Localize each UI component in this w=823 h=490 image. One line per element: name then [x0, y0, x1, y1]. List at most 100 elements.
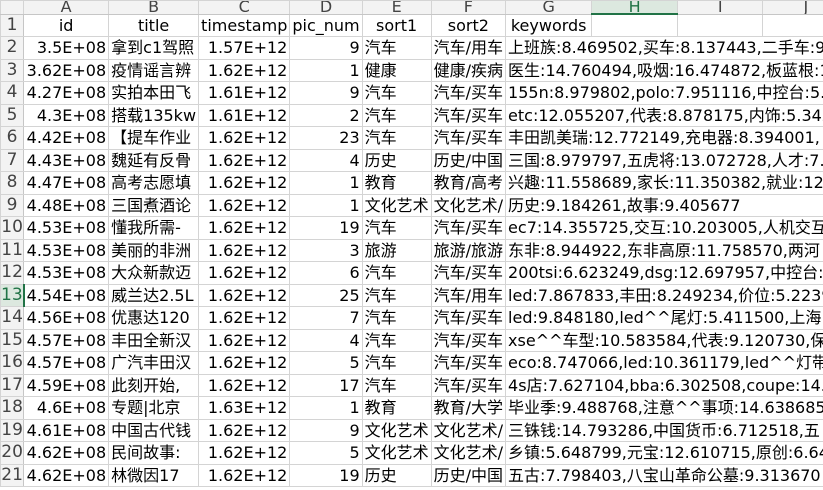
column-header-i[interactable]: I	[676, 0, 764, 15]
cell-keywords[interactable]: 200tsi:6.623249,dsg:12.697957,中控台:8.	[505, 261, 823, 285]
cell-timestamp-header[interactable]: timestamp	[198, 13, 291, 37]
cell-sort2-header[interactable]: sort2	[430, 13, 507, 37]
cell-title[interactable]: 【提车作业	[108, 126, 200, 150]
cell-title[interactable]: 三国煮酒论	[108, 193, 200, 217]
cell-timestamp[interactable]: 1.61E+12	[198, 81, 291, 105]
cell-timestamp[interactable]: 1.62E+12	[198, 58, 291, 82]
cell-sort2[interactable]: 汽车/买车	[430, 81, 507, 105]
cell-title[interactable]: 民间故事:	[108, 441, 200, 465]
cell-sort1[interactable]: 汽车	[361, 81, 432, 105]
column-header-e[interactable]: E	[361, 0, 432, 15]
cell-title[interactable]: 中国古代钱	[108, 418, 200, 442]
cell-keywords[interactable]: 医生:14.760494,吸烟:16.474872,板蓝根:1	[505, 58, 823, 82]
cell-sort1[interactable]: 汽车	[361, 351, 432, 375]
cell-id[interactable]: 4.54E+08	[23, 283, 110, 307]
cell-pic-num-header[interactable]: pic_num	[289, 13, 363, 37]
cell-title[interactable]: 高考志愿填	[108, 171, 200, 195]
row-header[interactable]: 9	[0, 193, 25, 217]
row-header[interactable]: 1	[0, 13, 25, 37]
cell-sort1[interactable]: 教育	[361, 396, 432, 420]
row-header[interactable]: 18	[0, 396, 25, 420]
cell-title[interactable]: 丰田全新汉	[108, 328, 200, 352]
row-header[interactable]: 8	[0, 171, 25, 195]
cell-id[interactable]: 4.6E+08	[23, 396, 110, 420]
cell-sort2[interactable]: 旅游/旅游	[430, 238, 507, 262]
cell-sort2[interactable]: 汽车/买车	[430, 306, 507, 330]
cell-pic-num[interactable]: 4	[289, 328, 363, 352]
row-header[interactable]: 13	[0, 283, 25, 307]
row-header[interactable]: 4	[0, 81, 25, 105]
row-header[interactable]: 19	[0, 418, 25, 442]
row-header[interactable]: 3	[0, 58, 25, 82]
cell-timestamp[interactable]: 1.62E+12	[198, 171, 291, 195]
cell-timestamp[interactable]: 1.62E+12	[198, 148, 291, 172]
cell-pic-num[interactable]: 9	[289, 36, 363, 60]
cell-keywords[interactable]: 乡镇:5.648799,元宝:12.610715,原创:6.64	[505, 441, 823, 465]
cell-timestamp[interactable]: 1.62E+12	[198, 463, 291, 487]
cell-sort2[interactable]: 文化艺术/	[430, 193, 507, 217]
cell-pic-num[interactable]: 1	[289, 171, 363, 195]
cell-title[interactable]: 大众新款迈	[108, 261, 200, 285]
cell-timestamp[interactable]: 1.62E+12	[198, 441, 291, 465]
cell-keywords[interactable]: 兴趣:11.558689,家长:11.350382,就业:12.	[505, 171, 823, 195]
cell-title[interactable]: 广汽丰田汉	[108, 351, 200, 375]
cell-sort2[interactable]: 汽车/用车	[430, 36, 507, 60]
cell-sort1[interactable]: 健康	[361, 58, 432, 82]
cell-title[interactable]: 实拍本田飞	[108, 81, 200, 105]
cell-timestamp[interactable]: 1.62E+12	[198, 261, 291, 285]
cell-id[interactable]: 4.53E+08	[23, 216, 110, 240]
cell-keywords[interactable]: led:9.848180,led^^尾灯:5.411500,上海:7.	[505, 306, 823, 330]
column-header-a[interactable]: A	[23, 0, 110, 15]
cell-pic-num[interactable]: 19	[289, 216, 363, 240]
column-header-d[interactable]: D	[289, 0, 363, 15]
column-header-g[interactable]: G	[505, 0, 593, 15]
cell-id[interactable]: 4.57E+08	[23, 351, 110, 375]
cell-empty[interactable]	[591, 13, 678, 37]
cell-keywords[interactable]: 丰田凯美瑞:12.772149,充电器:8.394001,	[505, 126, 823, 150]
row-header[interactable]: 20	[0, 441, 25, 465]
cell-timestamp[interactable]: 1.62E+12	[198, 216, 291, 240]
cell-keywords[interactable]: ec7:14.355725,交互:10.203005,人机交互	[505, 216, 823, 240]
column-header-b[interactable]: B	[108, 0, 200, 15]
cell-sort1[interactable]: 历史	[361, 148, 432, 172]
cell-empty[interactable]	[762, 13, 823, 37]
cell-sort2[interactable]: 历史/中国	[430, 148, 507, 172]
cell-title[interactable]: 魏延有反骨	[108, 148, 200, 172]
cell-sort1[interactable]: 汽车	[361, 103, 432, 127]
select-all-corner[interactable]	[0, 0, 25, 15]
cell-keywords[interactable]: 毕业季:9.488768,注意^^事项:14.638685	[505, 396, 823, 420]
cell-title[interactable]: 专题|北京	[108, 396, 200, 420]
cell-id[interactable]: 4.61E+08	[23, 418, 110, 442]
cell-pic-num[interactable]: 9	[289, 81, 363, 105]
cell-keywords[interactable]: 三国:8.979797,五虎将:13.072728,人才:7.	[505, 148, 823, 172]
cell-id[interactable]: 4.3E+08	[23, 103, 110, 127]
column-header-j[interactable]: J	[762, 0, 823, 15]
cell-timestamp[interactable]: 1.62E+12	[198, 418, 291, 442]
cell-sort2[interactable]: 汽车/买车	[430, 328, 507, 352]
cell-id[interactable]: 4.53E+08	[23, 261, 110, 285]
cell-keywords-header[interactable]: keywords	[505, 13, 593, 37]
cell-title[interactable]: 搭载135kw	[108, 103, 200, 127]
cell-sort2[interactable]: 汽车/买车	[430, 351, 507, 375]
cell-id[interactable]: 3.5E+08	[23, 36, 110, 60]
cell-pic-num[interactable]: 3	[289, 238, 363, 262]
cell-title[interactable]: 优惠达120	[108, 306, 200, 330]
cell-sort2[interactable]: 教育/大学	[430, 396, 507, 420]
cell-sort2[interactable]: 汽车/买车	[430, 126, 507, 150]
cell-sort2[interactable]: 历史/中国	[430, 463, 507, 487]
row-header[interactable]: 7	[0, 148, 25, 172]
cell-pic-num[interactable]: 17	[289, 373, 363, 397]
cell-timestamp[interactable]: 1.62E+12	[198, 283, 291, 307]
cell-sort1[interactable]: 历史	[361, 463, 432, 487]
cell-pic-num[interactable]: 23	[289, 126, 363, 150]
cell-sort1[interactable]: 教育	[361, 171, 432, 195]
cell-sort1[interactable]: 汽车	[361, 126, 432, 150]
cell-sort2[interactable]: 汽车/买车	[430, 373, 507, 397]
cell-sort1[interactable]: 汽车	[361, 373, 432, 397]
cell-id[interactable]: 4.27E+08	[23, 81, 110, 105]
column-header-f[interactable]: F	[430, 0, 507, 15]
cell-keywords[interactable]: etc:12.055207,代表:8.878175,内饰:5.3420	[505, 103, 823, 127]
cell-pic-num[interactable]: 7	[289, 306, 363, 330]
cell-id[interactable]: 4.59E+08	[23, 373, 110, 397]
row-header[interactable]: 2	[0, 36, 25, 60]
